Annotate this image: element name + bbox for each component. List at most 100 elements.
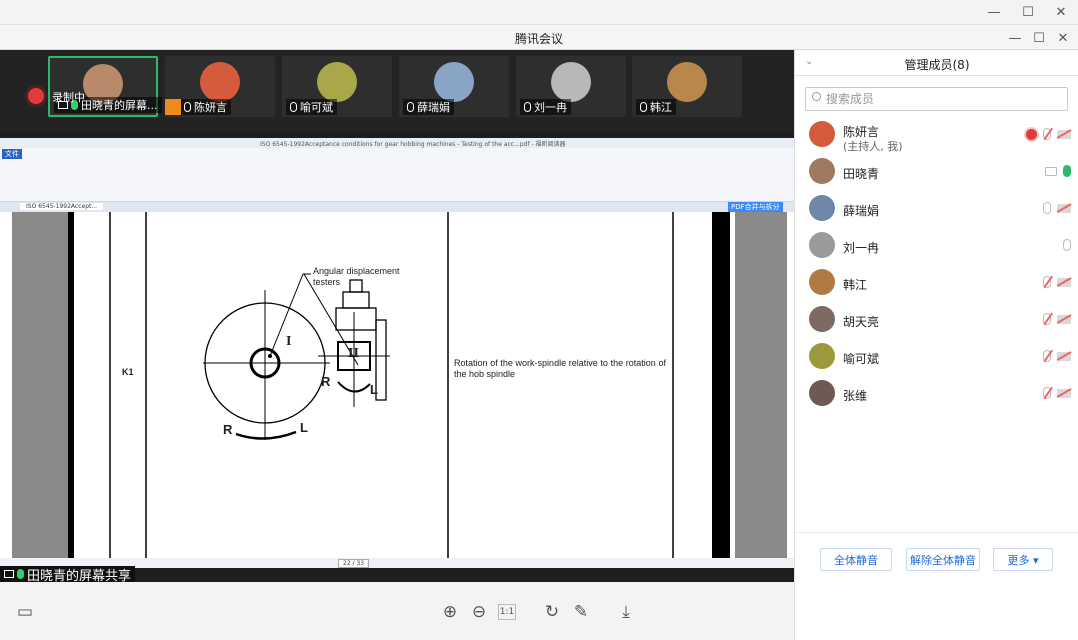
drawing-figure	[68, 212, 730, 558]
camera-off-icon[interactable]	[1057, 351, 1071, 361]
zoom-in-icon[interactable]: ⊕	[440, 602, 460, 622]
meeting-titlebar: 腾讯会议 — ☐ ✕	[0, 24, 1078, 50]
mic-muted-icon	[290, 102, 297, 112]
shared-app-title: ISO 6545-1992Acceptance conditions for g…	[260, 141, 566, 148]
panel-footer: 全体静音 解除全体静音 更多 ▾	[795, 532, 1078, 640]
mic-icon	[407, 102, 414, 112]
member-row[interactable]: 陈妍言 (主持人, 我)	[795, 116, 1078, 153]
avatar	[667, 62, 707, 102]
member-search-input[interactable]: 搜索成员	[805, 87, 1068, 111]
close-window-button[interactable]: ✕	[1044, 0, 1078, 24]
minimize-window-button[interactable]: —	[977, 0, 1011, 24]
figure-code-label: K1	[122, 367, 134, 377]
rotate-icon[interactable]: ↻	[542, 602, 562, 622]
camera-off-icon[interactable]	[1057, 277, 1071, 287]
thumbnail-label: 喻可斌	[286, 99, 337, 115]
mic-muted-icon	[184, 102, 191, 112]
meeting-close-button[interactable]: ✕	[1046, 26, 1078, 50]
pen-icon[interactable]: ✎	[571, 602, 591, 622]
video-thumbnails-strip: 田晓青的屏幕... 陈妍言 喻可斌 薛瑞娟 刘一冉 韩江	[0, 50, 794, 132]
mic-muted-icon[interactable]	[1043, 387, 1051, 399]
maximize-window-button[interactable]: ☐	[1011, 0, 1045, 24]
avatar	[200, 62, 240, 102]
mic-icon[interactable]	[1063, 239, 1071, 251]
avatar	[809, 232, 835, 258]
figure-roman-2: II	[348, 346, 359, 361]
shared-app-titlebar: ISO 6545-1992Acceptance conditions for g…	[0, 138, 794, 148]
thumbnail-tile[interactable]: 田晓青的屏幕...	[48, 56, 162, 117]
recording-icon	[1026, 128, 1037, 140]
figure-label-L2: L	[300, 420, 308, 435]
mute-all-button[interactable]: 全体静音	[820, 548, 892, 571]
mic-muted-icon[interactable]	[1043, 128, 1051, 140]
camera-off-icon[interactable]	[1057, 388, 1071, 398]
figure-label-L1: L	[370, 382, 378, 397]
member-row[interactable]: 喻可斌	[795, 338, 1078, 375]
participant-name: 陈妍言	[194, 101, 227, 114]
participant-name: 薛瑞娟	[417, 101, 450, 114]
avatar	[809, 306, 835, 332]
download-icon[interactable]: ⤓	[616, 602, 636, 622]
member-row[interactable]: 刘一冉	[795, 227, 1078, 264]
figure-roman-1: I	[286, 334, 292, 349]
figure-label-R1: R	[321, 374, 331, 389]
shared-screen[interactable]: ISO 6545-1992Acceptance conditions for g…	[0, 138, 794, 568]
fit-original-button[interactable]: 1:1	[498, 604, 516, 620]
unmute-all-button[interactable]: 解除全体静音	[906, 548, 980, 571]
member-row[interactable]: 韩江	[795, 264, 1078, 301]
zoom-out-icon[interactable]: ⊖	[469, 602, 489, 622]
camera-off-icon[interactable]	[1057, 129, 1071, 139]
thumbnail-tile[interactable]: 刘一冉	[516, 56, 626, 117]
avatar	[809, 343, 835, 369]
figure-annotation: Angular displacement testers	[313, 266, 400, 287]
layout-icon[interactable]: ▭	[15, 602, 35, 622]
avatar	[434, 62, 474, 102]
member-name: 胡天亮	[843, 315, 880, 329]
mic-muted-icon	[640, 102, 647, 112]
screen-share-owner: 田晓青的屏幕共享	[27, 568, 132, 584]
avatar	[317, 62, 357, 102]
member-name: 张维	[843, 389, 868, 403]
mic-on-icon[interactable]	[1063, 165, 1071, 177]
doc-tab: ISO 6545-1992Accept...	[20, 203, 104, 210]
avatar	[809, 195, 835, 221]
camera-off-icon[interactable]	[1057, 203, 1071, 213]
member-name: 喻可斌	[843, 352, 880, 366]
thumbnail-label: 刘一冉	[520, 99, 571, 115]
member-row[interactable]: 胡天亮	[795, 301, 1078, 338]
shared-app-ribbon: 文件	[0, 148, 794, 202]
member-name: 薛瑞娟	[843, 204, 880, 218]
window-titlebar: — ☐ ✕	[0, 0, 1078, 24]
recording-icon	[28, 88, 44, 104]
thumbnail-tile[interactable]: 喻可斌	[282, 56, 392, 117]
member-name: 田晓青	[843, 167, 880, 181]
mic-icon[interactable]	[1043, 202, 1051, 214]
member-row[interactable]: 张维	[795, 375, 1078, 412]
screen-share-icon	[1045, 166, 1057, 176]
avatar	[809, 158, 835, 184]
pdf-page: K1 Angular displacement testers I II R L…	[68, 212, 735, 558]
mic-muted-icon[interactable]	[1043, 276, 1051, 288]
thumbnail-tile[interactable]: 韩江	[632, 56, 742, 117]
member-panel: ⌄ 管理成员(8) 搜索成员 陈妍言 (主持人, 我) 田晓青 薛瑞娟 刘一冉	[794, 50, 1078, 640]
member-row[interactable]: 薛瑞娟	[795, 190, 1078, 227]
thumbnail-label: 薛瑞娟	[403, 99, 454, 115]
panel-title: 管理成员(8)	[904, 58, 970, 72]
thumbnail-tile[interactable]: 陈妍言	[165, 56, 275, 117]
mic-muted-icon[interactable]	[1043, 313, 1051, 325]
member-name: 韩江	[843, 278, 868, 292]
mic-icon	[524, 102, 531, 112]
mic-on-icon	[17, 569, 24, 579]
pdf-merge-button: PDF合并与拆分	[728, 202, 783, 212]
shared-app-doc-tabs: ISO 6545-1992Accept... PDF合并与拆分	[0, 202, 794, 212]
more-button[interactable]: 更多 ▾	[993, 548, 1053, 571]
recording-label: 录制中	[52, 91, 85, 104]
panel-header: ⌄ 管理成员(8)	[795, 50, 1078, 76]
search-icon	[812, 92, 821, 101]
camera-off-icon[interactable]	[1057, 314, 1071, 324]
member-row[interactable]: 田晓青	[795, 153, 1078, 190]
mic-muted-icon[interactable]	[1043, 350, 1051, 362]
thumbnail-tile[interactable]: 薛瑞娟	[399, 56, 509, 117]
figure-label-R2: R	[223, 422, 233, 437]
participant-name: 韩江	[650, 101, 672, 114]
